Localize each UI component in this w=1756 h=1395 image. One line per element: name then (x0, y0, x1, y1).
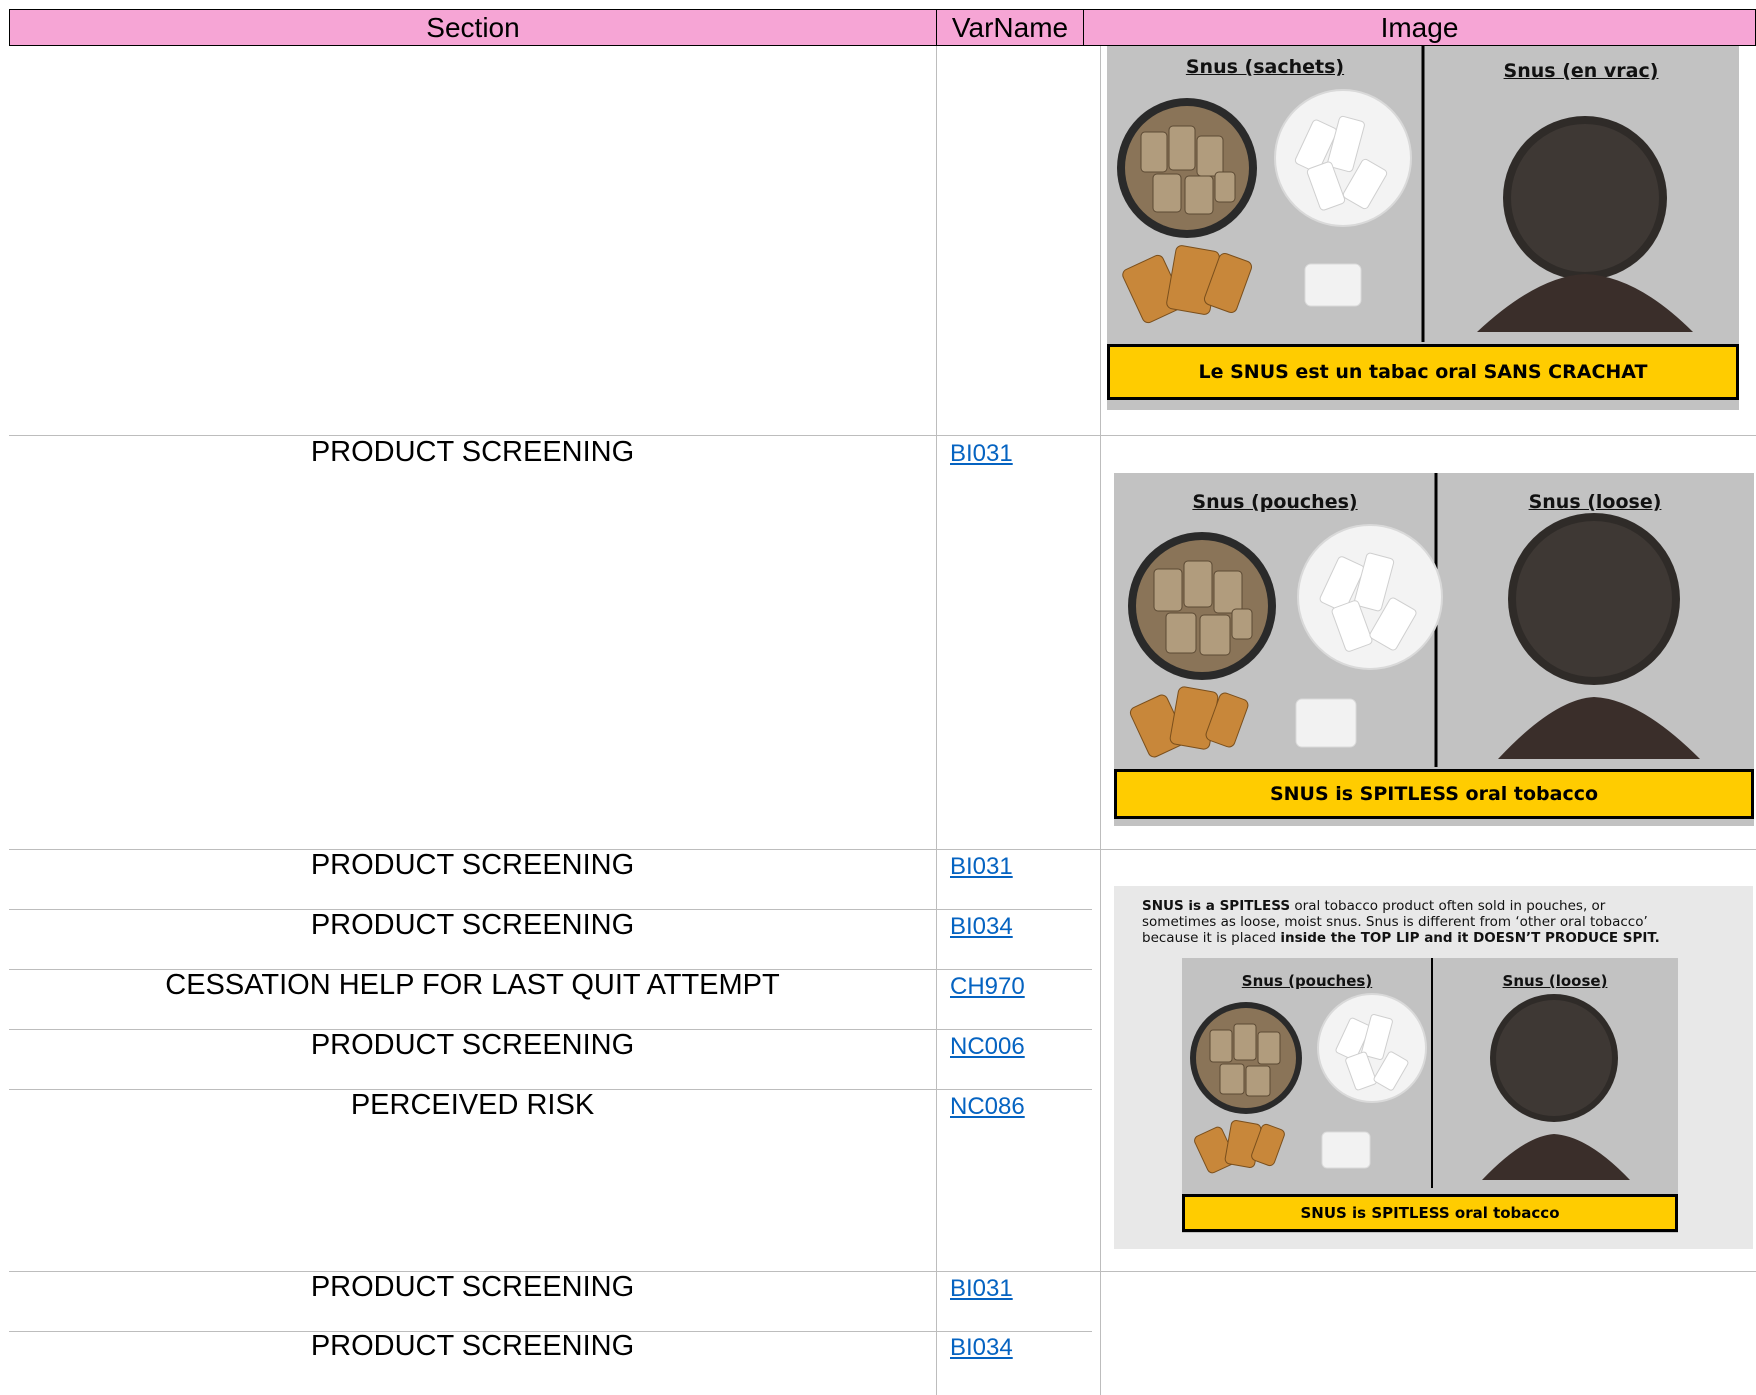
section-cell: PRODUCT SCREENING (310, 1330, 635, 1362)
left-panel-title: Snus (pouches) (1241, 972, 1373, 990)
right-panel-title: Snus (loose) (1528, 491, 1662, 513)
varname-link[interactable]: BI031 (950, 1275, 1013, 1303)
note-bold: inside the TOP LIP and it DOESN’T PRODUC… (1280, 930, 1660, 946)
snus-image-with-note: SNUS is a SPITLESS oral tobacco product … (1114, 886, 1753, 1249)
snus-image-french: Snus (sachets) Snus (en vrac) Le SNUS es… (1107, 46, 1739, 410)
varname-link[interactable]: NC086 (950, 1093, 1025, 1121)
section-cell: PERCEIVED RISK (350, 1089, 595, 1121)
header-image: Image (1083, 9, 1756, 46)
left-panel-title: Snus (pouches) (1192, 491, 1358, 513)
section-cell: PRODUCT SCREENING (310, 1271, 635, 1303)
right-panel-title: Snus (en vrac) (1503, 60, 1659, 82)
section-cell: CESSATION HELP FOR LAST QUIT ATTEMPT (165, 969, 780, 1001)
banner: SNUS is SPITLESS oral tobacco (1182, 1194, 1678, 1232)
snus-panel: Snus (pouches) Snus (loose) SNUS is SPIT… (1182, 958, 1678, 1233)
left-panel-title: Snus (sachets) (1185, 56, 1345, 78)
section-cell: PRODUCT SCREENING (310, 849, 635, 881)
note-text: sometimes as loose, moist snus. Snus is … (1142, 914, 1648, 930)
note-bold: SNUS is a SPITLESS (1142, 898, 1291, 914)
column-divider (936, 46, 937, 1395)
snus-illustration (1190, 958, 1630, 1188)
note-text: because it is placed (1142, 930, 1281, 946)
banner: Le SNUS est un tabac oral SANS CRACHAT (1107, 344, 1739, 400)
snus-image-english: Snus (pouches) Snus (loose) SNUS is SPIT… (1114, 473, 1754, 826)
varname-link[interactable]: BI034 (950, 1334, 1013, 1362)
banner: SNUS is SPITLESS oral tobacco (1114, 769, 1754, 819)
varname-link[interactable]: BI031 (950, 853, 1013, 881)
varname-link[interactable]: BI031 (950, 440, 1013, 468)
section-cell: PRODUCT SCREENING (310, 436, 635, 468)
section-cell: PRODUCT SCREENING (310, 1029, 635, 1061)
header-varname: VarName (936, 9, 1084, 46)
note-text: oral tobacco product often sold in pouch… (1290, 898, 1606, 914)
varname-link[interactable]: BI034 (950, 913, 1013, 941)
varname-link[interactable]: NC006 (950, 1033, 1025, 1061)
snus-description-note: SNUS is a SPITLESS oral tobacco product … (1142, 898, 1742, 946)
header-section: Section (9, 9, 937, 46)
column-divider (1100, 46, 1101, 1395)
right-panel-title: Snus (loose) (1502, 972, 1608, 990)
section-cell: PRODUCT SCREENING (310, 909, 635, 941)
varname-link[interactable]: CH970 (950, 973, 1025, 1001)
